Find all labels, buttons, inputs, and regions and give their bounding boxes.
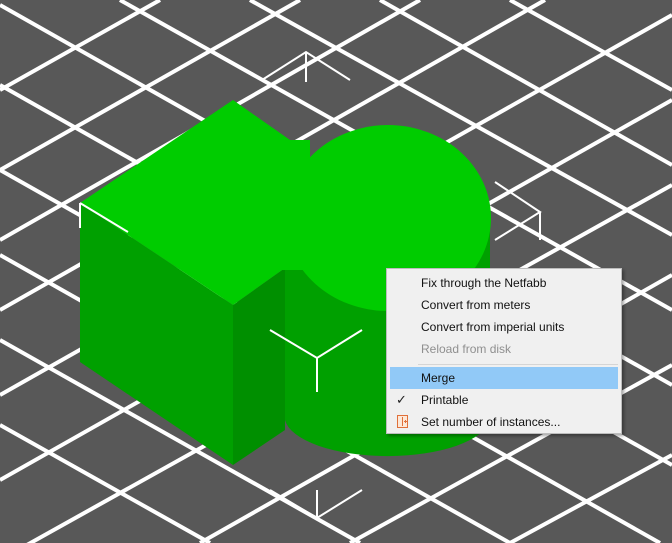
- menu-item-convert-imperial[interactable]: Convert from imperial units: [390, 316, 618, 338]
- menu-item-label: Convert from imperial units: [421, 320, 565, 334]
- menu-item-label: Merge: [421, 371, 456, 385]
- menu-item-convert-meters[interactable]: Convert from meters: [390, 294, 618, 316]
- menu-item-reload-from-disk: Reload from disk: [390, 338, 618, 360]
- menu-item-set-instances[interactable]: Set number of instances...: [390, 411, 618, 433]
- menu-item-label: Fix through the Netfabb: [421, 276, 547, 290]
- menu-item-label: Printable: [421, 393, 469, 407]
- menu-item-label: Reload from disk: [421, 342, 512, 356]
- check-icon: ✓: [396, 392, 407, 407]
- menu-item-printable[interactable]: ✓ Printable: [390, 389, 618, 411]
- context-menu: Fix through the Netfabb Convert from met…: [386, 268, 622, 434]
- menu-separator: [418, 364, 618, 365]
- menu-item-label: Convert from meters: [421, 298, 531, 312]
- menu-item-merge[interactable]: Merge: [390, 367, 618, 389]
- menu-item-fix-netfabb[interactable]: Fix through the Netfabb: [390, 272, 618, 294]
- instances-icon: [397, 415, 408, 428]
- menu-item-label: Set number of instances...: [421, 415, 561, 429]
